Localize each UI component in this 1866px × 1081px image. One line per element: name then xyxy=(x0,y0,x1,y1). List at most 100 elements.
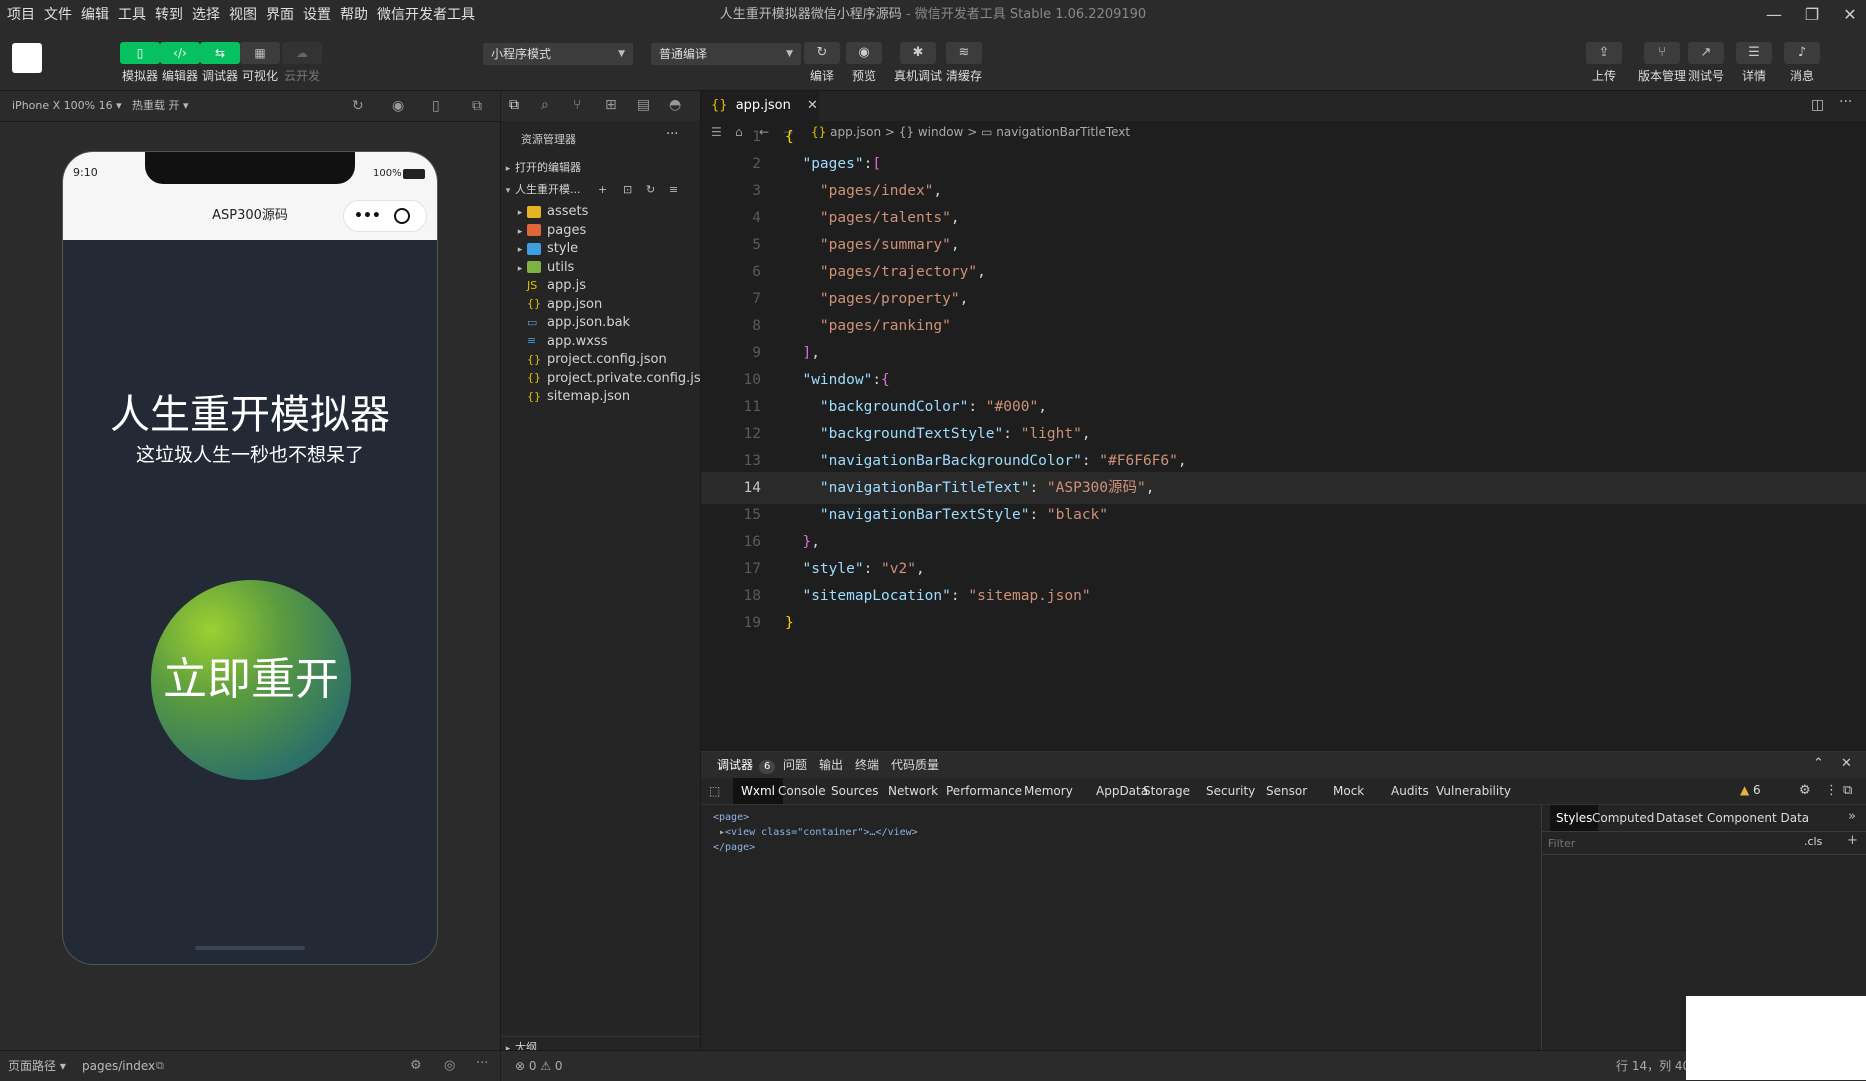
style-tab-1[interactable]: Computed xyxy=(1592,805,1654,831)
collapse-icon[interactable]: ⌃ xyxy=(1813,756,1824,771)
close-miniprogram-icon[interactable] xyxy=(394,208,410,224)
debug-button[interactable]: ⇆ 调试器 xyxy=(198,42,242,84)
docker-icon[interactable]: ◓ xyxy=(669,97,681,113)
debug-tab-4[interactable]: 代码质量 xyxy=(891,752,939,778)
copy-icon[interactable]: ⧉ xyxy=(156,1059,164,1073)
mode-select[interactable]: 小程序模式 ▼ xyxy=(483,43,633,65)
record-icon[interactable]: ◉ xyxy=(392,98,404,114)
menu-item-3[interactable]: 工具 xyxy=(118,0,146,30)
menu-item-6[interactable]: 视图 xyxy=(229,0,257,30)
bug-button[interactable]: ✱ 真机调试 xyxy=(894,42,942,84)
extensions-icon[interactable]: ⊞ xyxy=(605,97,617,113)
wxml-page-open[interactable]: <page> xyxy=(713,810,918,825)
menu-button[interactable]: ☰ 详情 xyxy=(1736,42,1772,84)
bug-icon[interactable]: ⚙ xyxy=(410,1058,422,1073)
menu-item-10[interactable]: 微信开发者工具 xyxy=(377,0,475,30)
more-icon[interactable]: ··· xyxy=(666,127,678,142)
layers-button[interactable]: ≋ 清缓存 xyxy=(946,42,982,84)
style-tab-3[interactable]: Component Data xyxy=(1707,805,1809,831)
collapse-icon[interactable]: ≡ xyxy=(669,179,678,201)
popout-icon[interactable]: ⧉ xyxy=(472,98,482,114)
close-panel-icon[interactable]: ✕ xyxy=(1841,756,1852,771)
cls-toggle[interactable]: .cls xyxy=(1804,835,1822,848)
more-vertical-icon[interactable]: ⋮ xyxy=(1825,783,1838,798)
page-path-select[interactable]: 页面路径 ▾ xyxy=(8,1051,66,1081)
devtools-tab-memory[interactable]: Memory xyxy=(1024,778,1073,804)
explorer-icon[interactable]: ⧉ xyxy=(509,97,519,113)
devtools-tab-storage[interactable]: Storage xyxy=(1143,778,1190,804)
devtools-tab-audits[interactable]: Audits xyxy=(1391,778,1429,804)
capsule-button[interactable]: ••• xyxy=(343,200,427,232)
debug-tab-3[interactable]: 终端 xyxy=(855,752,879,778)
menu-item-0[interactable]: 项目 xyxy=(7,0,35,30)
phone-button[interactable]: ▯ 模拟器 xyxy=(118,42,162,84)
project-avatar[interactable] xyxy=(12,43,42,73)
devtools-tab-performance[interactable]: Performance xyxy=(946,778,1022,804)
menu-item-5[interactable]: 选择 xyxy=(192,0,220,30)
tab-app-json[interactable]: {} app.json ✕ xyxy=(701,91,819,121)
devtools-tab-sources[interactable]: Sources xyxy=(831,778,878,804)
upload-button[interactable]: ⇪ 上传 xyxy=(1586,42,1622,84)
storage-icon[interactable]: ▤ xyxy=(637,97,650,113)
more-icon[interactable]: ··· xyxy=(1839,94,1852,110)
devtools-tab-mock[interactable]: Mock xyxy=(1333,778,1364,804)
code-button[interactable]: ‹/› 编辑器 xyxy=(158,42,202,84)
cursor-position[interactable]: 行 14，列 40 xyxy=(1616,1051,1690,1081)
inspect-icon[interactable]: ⬚ xyxy=(709,778,720,804)
devtools-tab-vulnerability[interactable]: Vulnerability xyxy=(1436,778,1511,804)
undock-icon[interactable]: ⧉ xyxy=(1843,783,1852,798)
restart-button[interactable]: 立即重开 xyxy=(151,580,351,780)
layout-button[interactable]: ▦ 可视化 xyxy=(238,42,282,84)
style-tab-2[interactable]: Dataset xyxy=(1656,805,1703,831)
devtools-tab-wxml[interactable]: Wxml xyxy=(733,778,783,804)
debug-tab-0[interactable]: 调试器 6 xyxy=(717,752,776,778)
code-area[interactable]: 1{2 "pages":[3 "pages/index", 4 "pages/ta… xyxy=(701,121,1866,721)
warning-icon[interactable]: ▲ 6 xyxy=(1740,783,1761,797)
devtools-tab-console[interactable]: Console xyxy=(778,778,826,804)
refresh-button[interactable]: ↻ 编译 xyxy=(804,42,840,84)
eye-button[interactable]: ◉ 预览 xyxy=(846,42,882,84)
devtools-tab-sensor[interactable]: Sensor xyxy=(1266,778,1307,804)
refresh-icon[interactable]: ↻ xyxy=(646,179,655,201)
menu-item-1[interactable]: 文件 xyxy=(44,0,72,30)
source-control-icon[interactable]: ⑂ xyxy=(573,97,581,113)
more-tabs-icon[interactable]: » xyxy=(1848,809,1856,824)
filter-input[interactable] xyxy=(1546,834,1750,852)
new-file-icon[interactable]: + xyxy=(598,179,607,201)
settings-icon[interactable]: ⚙ xyxy=(1799,783,1811,798)
open-editors-section[interactable]: ▸ 打开的编辑器 xyxy=(501,157,700,179)
close-window-icon[interactable]: ✕ xyxy=(1828,0,1866,30)
eye-icon[interactable]: ◎ xyxy=(444,1058,455,1073)
search-icon[interactable]: ⌕ xyxy=(541,97,549,113)
close-tab-icon[interactable]: ✕ xyxy=(807,98,818,113)
more-icon[interactable]: ••• xyxy=(354,201,381,231)
compile-select[interactable]: 普通编译 ▼ xyxy=(651,43,801,65)
device-icon[interactable]: ▯ xyxy=(432,98,440,114)
device-select[interactable]: iPhone X 100% 16 ▾ xyxy=(12,91,122,121)
debug-tab-2[interactable]: 输出 xyxy=(819,752,843,778)
rotate-icon[interactable]: ↻ xyxy=(352,98,364,114)
more-icon[interactable]: ··· xyxy=(476,1056,488,1071)
wxml-view-node[interactable]: ▸<view class="container">…</view> xyxy=(719,825,918,840)
cloud-button[interactable]: ☁ 云开发 xyxy=(280,42,324,84)
menu-item-8[interactable]: 设置 xyxy=(303,0,331,30)
hot-reload-toggle[interactable]: 热重载 开 ▾ xyxy=(132,91,189,121)
add-style-icon[interactable]: + xyxy=(1847,833,1858,848)
branch-button[interactable]: ⑂ 版本管理 xyxy=(1638,42,1686,84)
debug-tab-1[interactable]: 问题 xyxy=(783,752,807,778)
error-count[interactable]: ⊗ 0 ⚠ 0 xyxy=(515,1051,563,1081)
menu-item-9[interactable]: 帮助 xyxy=(340,0,368,30)
devtools-tab-appdata[interactable]: AppData xyxy=(1096,778,1148,804)
devtools-tab-network[interactable]: Network xyxy=(888,778,938,804)
bell-button[interactable]: ♪ 消息 xyxy=(1784,42,1820,84)
menu-item-4[interactable]: 转到 xyxy=(155,0,183,30)
wxml-page-close[interactable]: </page> xyxy=(713,840,918,855)
split-editor-icon[interactable]: ◫ xyxy=(1811,97,1824,113)
tree-item-sitemap-json[interactable]: {} sitemap.json xyxy=(501,386,700,408)
external-button[interactable]: ↗ 测试号 xyxy=(1688,42,1724,84)
menu-item-7[interactable]: 界面 xyxy=(266,0,294,30)
project-section[interactable]: ▾ 人生重开模... + ⊡ ↻ ≡ xyxy=(501,179,700,201)
new-folder-icon[interactable]: ⊡ xyxy=(623,179,632,201)
menu-item-2[interactable]: 编辑 xyxy=(81,0,109,30)
devtools-tab-security[interactable]: Security xyxy=(1206,778,1255,804)
